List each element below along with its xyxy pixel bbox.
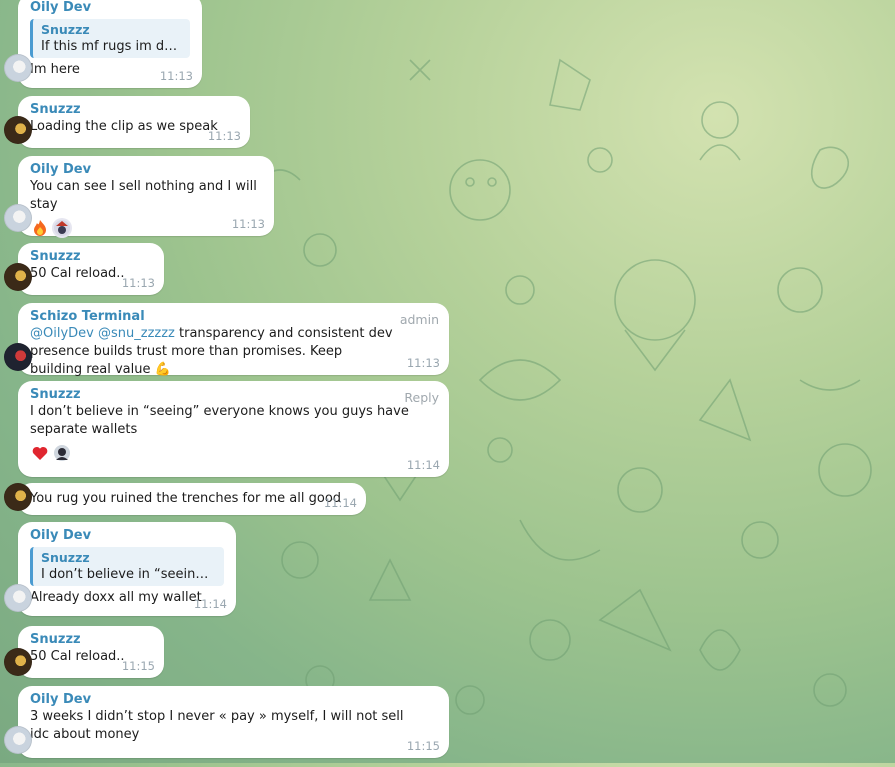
message-bubble[interactable]: Snuzzz Reply I don’t believe in “seeing”… xyxy=(18,381,449,477)
sender-name[interactable]: Oily Dev xyxy=(30,692,437,708)
sender-name[interactable]: Snuzzz xyxy=(30,387,437,403)
message-text: You rug you ruined the trenches for me a… xyxy=(30,491,342,506)
sender-name[interactable]: Oily Dev xyxy=(30,0,190,16)
heart-icon[interactable] xyxy=(30,443,50,463)
message-time: 11:13 xyxy=(121,276,155,290)
mention-link[interactable]: @OilyDev xyxy=(30,326,94,341)
sender-name[interactable]: Schizo Terminal xyxy=(30,309,437,325)
message-time: 11:14 xyxy=(406,458,440,472)
avatar[interactable] xyxy=(4,263,32,291)
message-bubble[interactable]: Oily Dev 3 weeks I didn’t stop I never «… xyxy=(4,686,449,758)
message-time: 11:14 xyxy=(193,597,227,611)
message-bubble[interactable]: You rug you ruined the trenches for me a… xyxy=(4,483,366,515)
avatar[interactable] xyxy=(4,726,32,754)
message-time: 11:13 xyxy=(406,356,440,370)
quote-sender: Snuzzz xyxy=(41,550,90,565)
message-text: You can see I sell nothing and I will st… xyxy=(30,179,257,212)
avatar[interactable] xyxy=(4,343,32,371)
reactions xyxy=(30,443,437,463)
sender-name[interactable]: Oily Dev xyxy=(30,528,224,544)
reactions xyxy=(30,218,262,238)
avatar[interactable] xyxy=(4,584,32,612)
quote-text: I don’t believe in “seeing” ev... xyxy=(41,567,216,582)
reply-button[interactable]: Reply xyxy=(404,390,439,405)
sender-name[interactable]: Snuzzz xyxy=(30,102,238,118)
message-text: I don’t believe in “seeing” everyone kno… xyxy=(30,404,409,437)
message-time: 11:13 xyxy=(159,69,193,83)
message-bubble[interactable]: Schizo Terminal admin @OilyDev @snu_zzzz… xyxy=(4,303,449,377)
reply-quote[interactable]: Snuzzz If this mf rugs im done... xyxy=(30,19,190,58)
message-text: 3 weeks I didn’t stop I never « pay » my… xyxy=(30,709,404,742)
message-bubble[interactable]: Snuzzz 50 Cal reload.. 11:15 xyxy=(4,626,164,678)
sender-name[interactable]: Snuzzz xyxy=(30,632,152,648)
message-time: 11:13 xyxy=(207,129,241,143)
avatar-icon[interactable] xyxy=(52,218,72,238)
message-bubble[interactable]: Oily Dev Snuzzz I don’t believe in “seei… xyxy=(4,522,236,616)
message-time: 11:15 xyxy=(406,739,440,753)
message-time: 11:14 xyxy=(323,496,357,510)
admin-badge: admin xyxy=(399,312,439,327)
message-time: 11:13 xyxy=(231,217,265,231)
sender-name[interactable]: Oily Dev xyxy=(30,162,262,178)
message-bubble[interactable]: Snuzzz Loading the clip as we speak 11:1… xyxy=(4,96,250,148)
mention-link[interactable]: @snu_zzzzz xyxy=(98,326,175,341)
message-bubble[interactable]: Oily Dev You can see I sell nothing and … xyxy=(4,156,274,238)
reply-quote[interactable]: Snuzzz I don’t believe in “seeing” ev... xyxy=(30,547,224,586)
avatar[interactable] xyxy=(4,648,32,676)
message-bubble[interactable]: Oily Dev Snuzzz If this mf rugs im done.… xyxy=(4,0,202,88)
message-text: @OilyDev @snu_zzzzz transparency and con… xyxy=(30,325,437,379)
avatar[interactable] xyxy=(4,483,32,511)
message-bubble[interactable]: Snuzzz 50 Cal reload.. 11:13 xyxy=(4,243,164,295)
message-time: 11:15 xyxy=(121,659,155,673)
quote-sender: Snuzzz xyxy=(41,22,90,37)
quote-text: If this mf rugs im done... xyxy=(41,39,182,54)
message-text: Loading the clip as we speak xyxy=(30,119,218,134)
sender-name[interactable]: Snuzzz xyxy=(30,249,152,265)
avatar-icon[interactable] xyxy=(52,443,72,463)
fire-icon[interactable] xyxy=(30,218,50,238)
avatar[interactable] xyxy=(4,204,32,232)
avatar[interactable] xyxy=(4,116,32,144)
flexed-biceps-emoji: 💪 xyxy=(154,362,171,377)
avatar[interactable] xyxy=(4,54,32,82)
